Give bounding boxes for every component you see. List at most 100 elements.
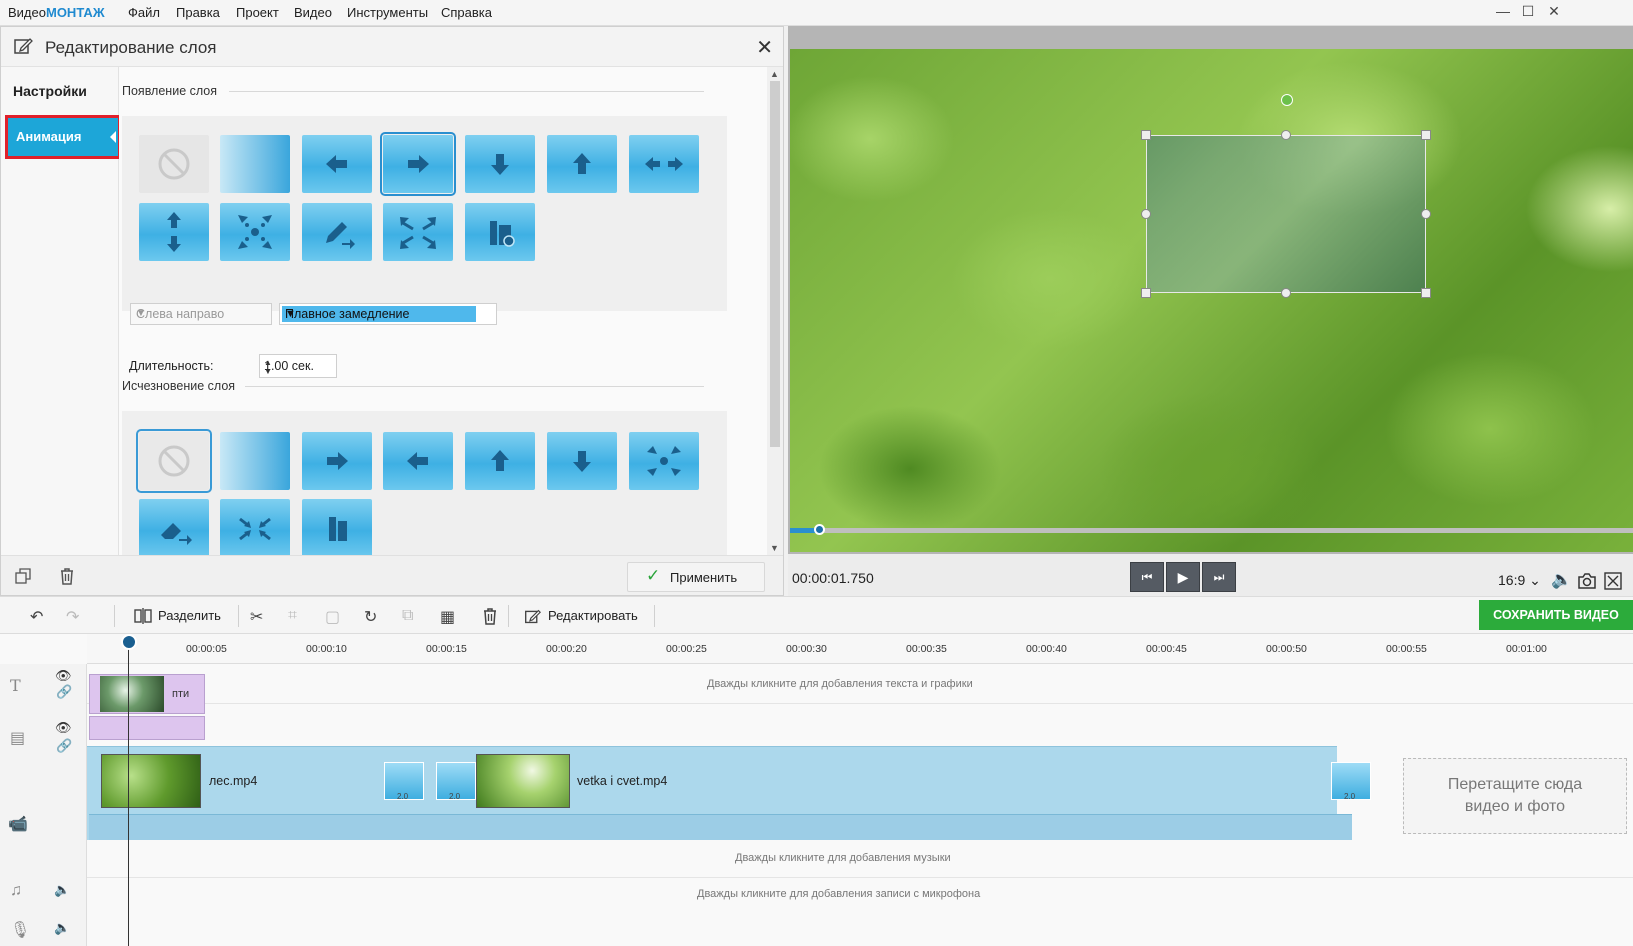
scroll-thumb[interactable] [770, 81, 780, 447]
drop-zone[interactable]: Перетащите сюда видео и фото [1403, 758, 1627, 834]
video-clip[interactable]: vetka i cvet.mp4 [468, 752, 1338, 810]
volume-icon[interactable]: 🔈 [54, 920, 70, 936]
disappear-fade-tile[interactable] [220, 432, 290, 490]
menu-project[interactable]: Проект [236, 5, 279, 20]
tab-settings[interactable]: Настройки [13, 83, 87, 99]
link-icon[interactable]: 🔗 [56, 738, 72, 754]
minimize-icon[interactable]: — [1493, 3, 1513, 21]
overlay-clip[interactable]: пти [89, 674, 205, 714]
effects-icon[interactable]: ⧉ [402, 607, 413, 625]
camera-icon[interactable] [1577, 572, 1597, 590]
trash-icon[interactable] [59, 567, 75, 585]
appear-left-tile[interactable] [302, 135, 372, 193]
menu-help[interactable]: Справка [441, 5, 492, 20]
appear-right-tile[interactable] [380, 132, 456, 196]
resize-handle-t[interactable] [1281, 130, 1291, 140]
disappear-eraser-tile[interactable] [139, 499, 209, 555]
resize-handle-r[interactable] [1421, 209, 1431, 219]
appear-zoom-tile[interactable] [220, 203, 290, 261]
close-window-icon[interactable]: ✕ [1544, 3, 1564, 21]
skip-back-button[interactable]: ⏮ [1130, 562, 1164, 592]
menu-tools[interactable]: Инструменты [347, 5, 428, 20]
play-button[interactable]: ▶ [1166, 562, 1200, 592]
appear-down-tile[interactable] [465, 135, 535, 193]
crop-icon[interactable]: ⌗ [288, 607, 297, 625]
resize-handle-tr[interactable] [1421, 130, 1431, 140]
disappear-collapse-tile[interactable] [629, 432, 699, 490]
direction-select[interactable]: Слева направо ▼ [130, 303, 272, 325]
eye-icon[interactable]: 👁 [55, 668, 72, 684]
appear-fade-tile[interactable] [220, 135, 290, 193]
apply-button[interactable]: ✓ Применить [627, 562, 765, 592]
video-clip[interactable]: лес.mp4 [93, 752, 398, 810]
frame-icon[interactable]: ▢ [325, 607, 340, 627]
fullscreen-icon[interactable] [1604, 572, 1622, 590]
easing-select[interactable]: Плавное замедление ▼ [279, 303, 497, 325]
appear-expand-tile[interactable] [383, 203, 453, 261]
trash-icon[interactable] [482, 607, 498, 625]
appear-up-tile[interactable] [547, 135, 617, 193]
eye-icon[interactable]: 👁 [55, 720, 72, 736]
disappear-shrink-tile[interactable] [220, 499, 290, 555]
appear-building-tile[interactable] [465, 203, 535, 261]
volume-icon[interactable]: 🔈 [54, 882, 70, 898]
menu-video[interactable]: Видео [294, 5, 332, 20]
rotate-handle[interactable] [1281, 94, 1293, 106]
overlay-layer[interactable] [1146, 135, 1426, 293]
shrink-icon [239, 517, 271, 541]
scroll-up-icon[interactable]: ▲ [770, 69, 779, 79]
menu-file[interactable]: Файл [128, 5, 160, 20]
text-track[interactable]: Дважды кликните для добавления текста и … [87, 664, 1633, 704]
disappear-none-tile[interactable] [136, 429, 212, 493]
split-button[interactable]: Разделить [134, 597, 232, 635]
stepper-up-icon[interactable]: ▲ [264, 358, 332, 367]
stepper-down-icon[interactable]: ▼ [264, 367, 332, 376]
resize-handle-l[interactable] [1141, 209, 1151, 219]
link-icon[interactable]: 🔗 [56, 684, 72, 700]
disappear-right-tile[interactable] [302, 432, 372, 490]
time-ruler[interactable]: 00:00:05 00:00:10 00:00:15 00:00:20 00:0… [87, 634, 1633, 664]
disappear-left-tile[interactable] [383, 432, 453, 490]
resize-handle-br[interactable] [1421, 288, 1431, 298]
volume-icon[interactable]: 🔈 [1551, 570, 1572, 590]
duration-stepper[interactable]: 1.00 сек. ▲ ▼ [259, 354, 337, 378]
scissors-icon[interactable]: ✂ [250, 607, 263, 627]
panel-scrollbar[interactable]: ▲ ▼ [767, 67, 783, 555]
save-video-button[interactable]: СОХРАНИТЬ ВИДЕО [1479, 600, 1633, 630]
music-track[interactable]: Дважды кликните для добавления музыки [87, 840, 1633, 878]
playhead[interactable] [128, 642, 129, 946]
duplicate-icon[interactable] [15, 568, 31, 584]
overlay-track[interactable] [87, 704, 1633, 746]
redo-icon[interactable]: ↷ [66, 607, 79, 627]
tick-label: 00:00:45 [1146, 643, 1187, 655]
progress-knob[interactable] [814, 524, 825, 535]
resize-handle-bl[interactable] [1141, 288, 1151, 298]
playhead-knob[interactable] [121, 634, 137, 650]
edit-button[interactable]: Редактировать [524, 597, 648, 635]
rotate-icon[interactable]: ↻ [364, 607, 377, 627]
aspect-ratio-select[interactable]: 16:9 ⌄ [1498, 572, 1541, 589]
appear-vertical-tile[interactable] [139, 203, 209, 261]
timeline: 00:00:05 00:00:10 00:00:15 00:00:20 00:0… [0, 634, 1633, 946]
resize-handle-tl[interactable] [1141, 130, 1151, 140]
close-icon[interactable]: ✕ [756, 35, 773, 60]
maximize-icon[interactable]: ☐ [1518, 3, 1538, 21]
overlay-clip-animation[interactable] [89, 716, 205, 740]
main-audio-track[interactable] [89, 814, 1352, 840]
skip-forward-button[interactable]: ⏭ [1202, 562, 1236, 592]
undo-icon[interactable]: ↶ [30, 607, 43, 627]
appear-horizontal-tile[interactable] [629, 135, 699, 193]
video-frame[interactable] [790, 49, 1633, 552]
disappear-down-tile[interactable] [547, 432, 617, 490]
add-clip-icon[interactable]: ▦ [440, 607, 455, 627]
appear-draw-tile[interactable] [302, 203, 372, 261]
scroll-down-icon[interactable]: ▼ [770, 543, 779, 553]
resize-handle-b[interactable] [1281, 288, 1291, 298]
menu-edit[interactable]: Правка [176, 5, 220, 20]
mic-track[interactable]: Дважды кликните для добавления записи с … [87, 878, 1633, 946]
tab-animation[interactable]: Анимация [5, 115, 121, 159]
playback-progress[interactable] [790, 528, 1633, 533]
disappear-up-tile[interactable] [465, 432, 535, 490]
appear-none-tile[interactable] [139, 135, 209, 193]
disappear-building-tile[interactable] [302, 499, 372, 555]
